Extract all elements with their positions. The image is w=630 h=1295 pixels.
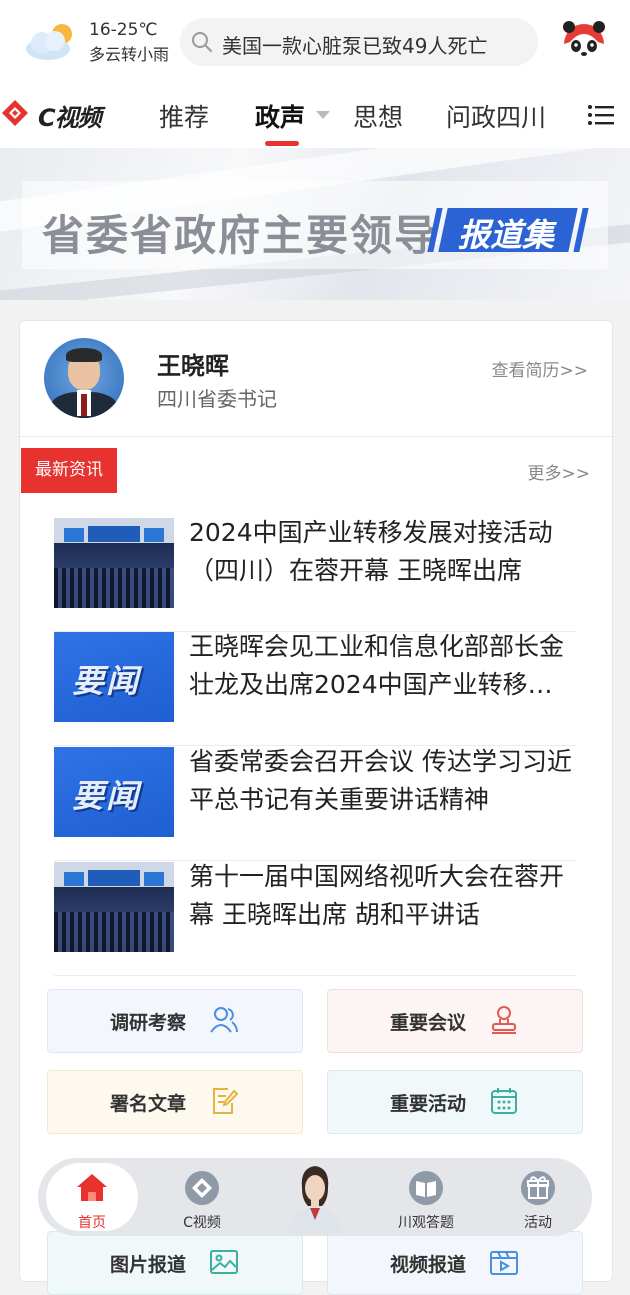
category-label: 重要活动 [390, 1093, 467, 1115]
tab-quiz[interactable]: 川观答题 [386, 1166, 466, 1232]
thumbnail-text: 要闻 [72, 777, 141, 815]
category-label: 视频报道 [390, 1254, 467, 1276]
tab-c-video[interactable]: C视频 [162, 1166, 242, 1232]
tab-zhengsheng[interactable]: 政声 [255, 98, 305, 134]
leader-name: 王晓晖 [157, 352, 229, 380]
channel-nav: C视频 推荐 政声 思想 问政四川 [0, 84, 630, 148]
video-icon [490, 1251, 518, 1275]
category-label: 图片报道 [110, 1254, 187, 1276]
category-label: 调研考察 [110, 1012, 187, 1034]
c-video-logo-icon [2, 100, 28, 126]
weather-temperature: 16-25℃ [89, 20, 158, 40]
search-icon [192, 32, 212, 52]
cloudy-weather-icon [26, 24, 72, 60]
view-resume-link[interactable]: 查看简历>> [492, 356, 589, 381]
menu-icon[interactable] [588, 104, 614, 126]
book-icon [409, 1171, 443, 1205]
news-thumbnail [54, 518, 174, 608]
tab-label: 首页 [78, 1215, 106, 1231]
picture-icon [210, 1250, 238, 1274]
leader-card: 王晓晖 四川省委书记 查看简历>> 最新资讯 更多>> 2024中国产业转移发展… [19, 320, 613, 1295]
news-item[interactable]: 2024中国产业转移发展对接活动（四川）在蓉开幕 王晓晖出席 [54, 518, 576, 632]
news-title: 第十一届中国网络视听大会在蓉开幕 王晓晖出席 胡和平讲话 [189, 862, 565, 929]
weather-condition: 多云转小雨 [89, 45, 170, 64]
stamp-icon [492, 1006, 516, 1034]
news-title: 省委常委会召开会议 传达学习习近平总书记有关重要讲话精神 [189, 747, 572, 814]
tab-label: 活动 [524, 1215, 552, 1231]
category-photo-reports[interactable]: 图片报道 [47, 1231, 303, 1295]
logo-text: C视频 [38, 104, 102, 132]
news-item[interactable]: 要闻 省委常委会召开会议 传达学习习近平总书记有关重要讲话精神 [54, 747, 576, 861]
category-label: 重要会议 [390, 1012, 467, 1034]
banner-title: 省委省政府主要领导 [42, 211, 439, 260]
news-item[interactable]: 要闻 王晓晖会见工业和信息化部部长金壮龙及出席2024中国产业转移发展对接活动 [54, 632, 576, 746]
category-label: 署名文章 [110, 1093, 187, 1115]
document-pen-icon [213, 1088, 239, 1114]
tab-label: 川观答题 [398, 1215, 454, 1231]
category-meetings[interactable]: 重要会议 [327, 989, 583, 1053]
news-title: 王晓晖会见工业和信息化部部长金壮龙及出席2024中国产业转移发展对接活动 [189, 632, 565, 699]
leader-photo[interactable] [44, 338, 124, 418]
news-item[interactable]: 第十一届中国网络视听大会在蓉开幕 王晓晖出席 胡和平讲话 [54, 862, 576, 976]
search-bar[interactable]: 美国一款心脏泵已致49人死亡 [180, 18, 538, 66]
category-articles[interactable]: 署名文章 [47, 1070, 303, 1134]
home-icon [77, 1174, 107, 1201]
latest-news-tag: 最新资讯 [21, 448, 117, 493]
banner-tag: 报道集 [458, 216, 555, 254]
c-video-logo[interactable]: C视频 [0, 96, 120, 132]
divider [20, 436, 612, 437]
tab-thought[interactable]: 思想 [353, 98, 403, 134]
news-thumbnail [54, 862, 174, 952]
news-thumbnail: 要闻 [54, 632, 174, 722]
news-thumbnail: 要闻 [54, 747, 174, 837]
tab-recommend[interactable]: 推荐 [159, 98, 209, 134]
more-news-link[interactable]: 更多>> [528, 459, 591, 484]
gift-icon [521, 1171, 555, 1205]
top-bar: 16-25℃ 多云转小雨 美国一款心脏泵已致49人死亡 [0, 0, 630, 84]
panda-avatar-icon[interactable] [560, 18, 608, 66]
c-video-icon [185, 1171, 219, 1205]
thumbnail-text: 要闻 [72, 662, 141, 700]
active-tab-indicator [265, 141, 299, 146]
news-title: 2024中国产业转移发展对接活动（四川）在蓉开幕 王晓晖出席 [189, 518, 553, 585]
category-video-reports[interactable]: 视频报道 [327, 1231, 583, 1295]
calendar-icon [491, 1088, 517, 1114]
people-icon [210, 1007, 238, 1033]
virtual-assistant-avatar[interactable] [282, 1158, 348, 1234]
leaders-report-banner[interactable]: 省委省政府主要领导 报道集 [0, 148, 630, 300]
tab-label: C视频 [183, 1215, 221, 1231]
tab-wenzheng-sichuan[interactable]: 问政四川 [446, 98, 546, 134]
tab-dropdown-arrow-icon[interactable] [316, 111, 330, 119]
search-query: 美国一款心脏泵已致49人死亡 [222, 34, 488, 58]
category-activities[interactable]: 重要活动 [327, 1070, 583, 1134]
leader-title: 四川省委书记 [157, 387, 277, 411]
tab-home[interactable]: 首页 [52, 1166, 132, 1232]
tab-activities[interactable]: 活动 [498, 1166, 578, 1232]
category-research[interactable]: 调研考察 [47, 989, 303, 1053]
